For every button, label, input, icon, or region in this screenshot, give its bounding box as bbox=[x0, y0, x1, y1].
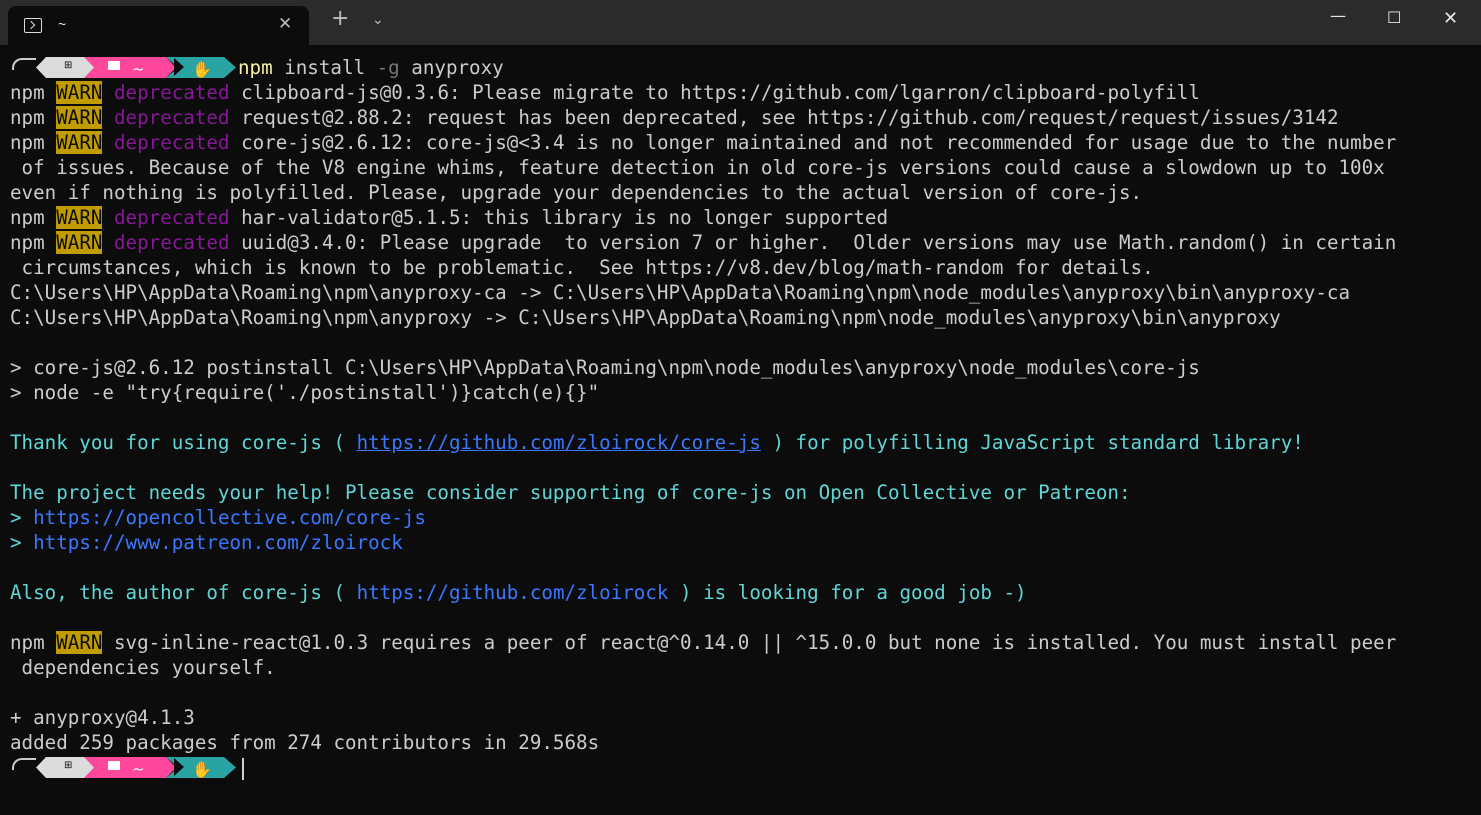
deprecated-label: deprecated bbox=[114, 131, 230, 154]
prompt-line: ⊞ ~ ✋ bbox=[10, 755, 1470, 780]
terminal-output[interactable]: ⊞ ~ ✋ npm install -g anyproxy npm WARN depr… bbox=[0, 45, 1481, 815]
prompt-line: ⊞ ~ ✋ npm install -g anyproxy bbox=[10, 55, 1470, 80]
warn-line: npm WARN deprecated clipboard-js@0.3.6: … bbox=[10, 80, 1470, 105]
deprecated-label: deprecated bbox=[114, 81, 230, 104]
command-name: npm bbox=[238, 56, 273, 79]
tab-powershell[interactable]: ~ ✕ bbox=[8, 6, 309, 45]
warn-badge: WARN bbox=[56, 106, 103, 129]
warn-line: npm WARN deprecated uuid@3.4.0: Please u… bbox=[10, 230, 1470, 255]
peer-warn-line: npm WARN svg-inline-react@1.0.3 requires… bbox=[10, 630, 1470, 655]
warn-continuation: of issues. Because of the V8 engine whim… bbox=[10, 156, 1385, 179]
warn-badge: WARN bbox=[56, 81, 103, 104]
title-bar: ~ ✕ + ⌄ — ☐ ✕ bbox=[0, 0, 1481, 45]
peer-text: svg-inline-react@1.0.3 requires a peer o… bbox=[102, 631, 1397, 654]
warn-text: core-js@2.6.12: core-js@<3.4 is no longe… bbox=[241, 131, 1397, 154]
warn-text: clipboard-js@0.3.6: Please migrate to ht… bbox=[241, 81, 1200, 104]
warn-line: npm WARN deprecated core-js@2.6.12: core… bbox=[10, 130, 1470, 155]
opencollective-link[interactable]: https://opencollective.com/core-js bbox=[33, 506, 426, 529]
warn-badge: WARN bbox=[56, 131, 103, 154]
prompt-path: ~ bbox=[132, 60, 145, 78]
arrow-icon bbox=[174, 758, 184, 776]
warn-line: npm WARN deprecated har-validator@5.1.5:… bbox=[10, 205, 1470, 230]
author-line: Also, the author of core-js ( https://gi… bbox=[10, 580, 1470, 605]
peer-continuation: dependencies yourself. bbox=[10, 656, 276, 679]
npm-label: npm bbox=[10, 231, 45, 254]
close-window-button[interactable]: ✕ bbox=[1443, 8, 1458, 29]
close-tab-icon[interactable]: ✕ bbox=[278, 14, 292, 34]
tab-title: ~ bbox=[58, 16, 67, 32]
help-link-line: > https://www.patreon.com/zloirock bbox=[10, 530, 1470, 555]
minimize-button[interactable]: — bbox=[1330, 6, 1346, 25]
text-cursor[interactable] bbox=[242, 757, 244, 780]
prompt-segments: ⊞ ~ ✋ bbox=[10, 755, 238, 780]
prompt-path-segment bbox=[84, 757, 176, 778]
thanks-post: ) for polyfilling JavaScript standard li… bbox=[760, 431, 1304, 454]
warn-text: uuid@3.4.0: Please upgrade to version 7 … bbox=[241, 231, 1397, 254]
hand-icon: ✋ bbox=[192, 760, 212, 779]
windows-icon: ⊞ bbox=[64, 60, 73, 71]
chevron-down-icon[interactable]: ⌄ bbox=[372, 12, 384, 28]
warn-text: request@2.88.2: request has been depreca… bbox=[241, 106, 1339, 129]
bin-link-line: C:\Users\HP\AppData\Roaming\npm\anyproxy… bbox=[10, 306, 1281, 329]
prompt-path-segment bbox=[84, 57, 176, 78]
maximize-button[interactable]: ☐ bbox=[1387, 8, 1401, 27]
npm-label: npm bbox=[10, 81, 45, 104]
thanks-line: Thank you for using core-js ( https://gi… bbox=[10, 430, 1470, 455]
deprecated-label: deprecated bbox=[114, 231, 230, 254]
prompt-curve-icon bbox=[12, 758, 36, 770]
arrow-icon bbox=[174, 58, 184, 76]
author-post: ) is looking for a good job -) bbox=[668, 581, 1027, 604]
command-args: install bbox=[272, 56, 377, 79]
installed-line: + anyproxy@4.1.3 bbox=[10, 706, 195, 729]
thanks-pre: Thank you for using core-js ( bbox=[10, 431, 357, 454]
bullet: > bbox=[10, 531, 34, 554]
warn-badge: WARN bbox=[56, 206, 103, 229]
core-js-link[interactable]: https://github.com/zloirock/core-js bbox=[357, 431, 761, 454]
windows-icon: ⊞ bbox=[64, 760, 73, 771]
zloirock-link[interactable]: https://github.com/zloirock bbox=[357, 581, 669, 604]
postinstall-line: > core-js@2.6.12 postinstall C:\Users\HP… bbox=[10, 356, 1200, 379]
warn-continuation: circumstances, which is known to be prob… bbox=[10, 256, 1154, 279]
command-package: anyproxy bbox=[399, 56, 504, 79]
prompt-segments: ⊞ ~ ✋ bbox=[10, 55, 238, 80]
command-flag: -g bbox=[376, 56, 400, 79]
new-tab-button[interactable]: + bbox=[331, 8, 349, 30]
folder-icon bbox=[108, 761, 120, 770]
folder-icon bbox=[108, 61, 120, 70]
warn-badge: WARN bbox=[56, 231, 103, 254]
bin-link-line: C:\Users\HP\AppData\Roaming\npm\anyproxy… bbox=[10, 281, 1351, 304]
npm-label: npm bbox=[10, 131, 45, 154]
deprecated-label: deprecated bbox=[114, 106, 230, 129]
added-line: added 259 packages from 274 contributors… bbox=[10, 731, 600, 754]
prompt-path: ~ bbox=[132, 760, 145, 778]
help-link-line: > https://opencollective.com/core-js bbox=[10, 505, 1470, 530]
terminal-window: ~ ✕ + ⌄ — ☐ ✕ ⊞ ~ ✋ npm install -g anyproxy… bbox=[0, 0, 1481, 815]
powershell-icon bbox=[24, 18, 42, 33]
warn-badge: WARN bbox=[56, 631, 103, 654]
npm-label: npm bbox=[10, 206, 45, 229]
bullet: > bbox=[10, 506, 34, 529]
hand-icon: ✋ bbox=[192, 60, 212, 79]
patreon-link[interactable]: https://www.patreon.com/zloirock bbox=[33, 531, 403, 554]
warn-continuation: even if nothing is polyfilled. Please, u… bbox=[10, 181, 1143, 204]
deprecated-label: deprecated bbox=[114, 206, 230, 229]
postinstall-line: > node -e "try{require('./postinstall')}… bbox=[10, 381, 600, 404]
help-line: The project needs your help! Please cons… bbox=[10, 481, 1131, 504]
warn-text: har-validator@5.1.5: this library is no … bbox=[241, 206, 888, 229]
npm-label: npm bbox=[10, 106, 45, 129]
author-pre: Also, the author of core-js ( bbox=[10, 581, 357, 604]
npm-label: npm bbox=[10, 631, 45, 654]
prompt-curve-icon bbox=[12, 58, 36, 70]
warn-line: npm WARN deprecated request@2.88.2: requ… bbox=[10, 105, 1470, 130]
